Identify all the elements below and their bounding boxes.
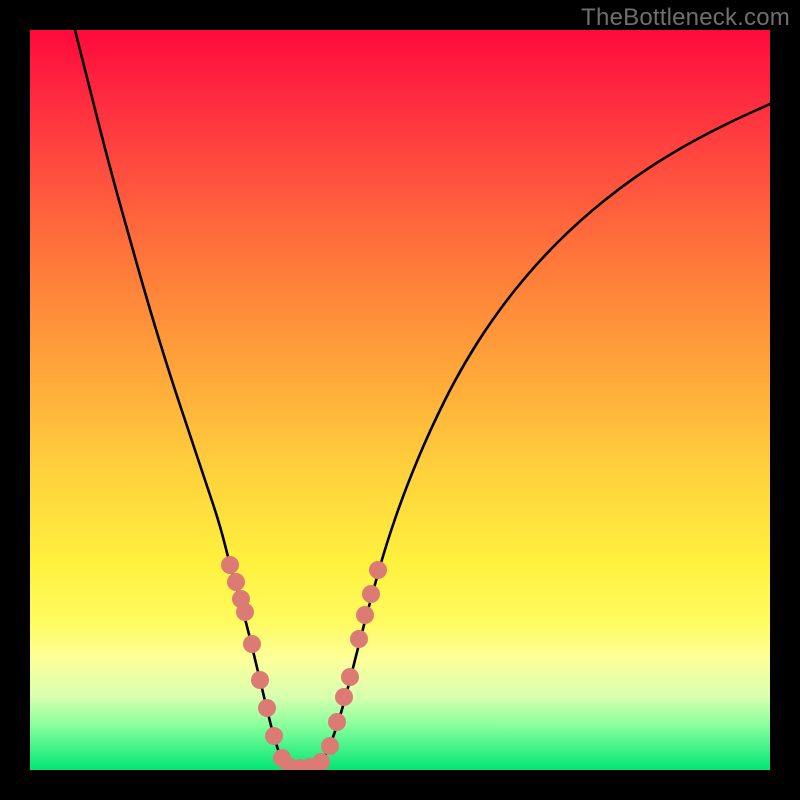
highlight-dot: [335, 688, 353, 706]
highlight-dot: [227, 573, 245, 591]
chart-svg: [30, 30, 770, 770]
bottleneck-curve: [75, 30, 770, 768]
highlight-dot: [321, 737, 339, 755]
highlight-dots: [221, 556, 387, 770]
plot-area: [30, 30, 770, 770]
highlight-dot: [221, 556, 239, 574]
watermark-text: TheBottleneck.com: [581, 4, 790, 32]
chart-frame: TheBottleneck.com: [0, 0, 800, 800]
highlight-dot: [328, 713, 346, 731]
highlight-dot: [243, 635, 261, 653]
highlight-dot: [265, 727, 283, 745]
highlight-dot: [312, 753, 330, 770]
highlight-dot: [251, 671, 269, 689]
highlight-dot: [258, 699, 276, 717]
highlight-dot: [236, 603, 254, 621]
highlight-dot: [369, 561, 387, 579]
highlight-dot: [356, 606, 374, 624]
highlight-dot: [341, 668, 359, 686]
highlight-dot: [350, 630, 368, 648]
highlight-dot: [362, 585, 380, 603]
